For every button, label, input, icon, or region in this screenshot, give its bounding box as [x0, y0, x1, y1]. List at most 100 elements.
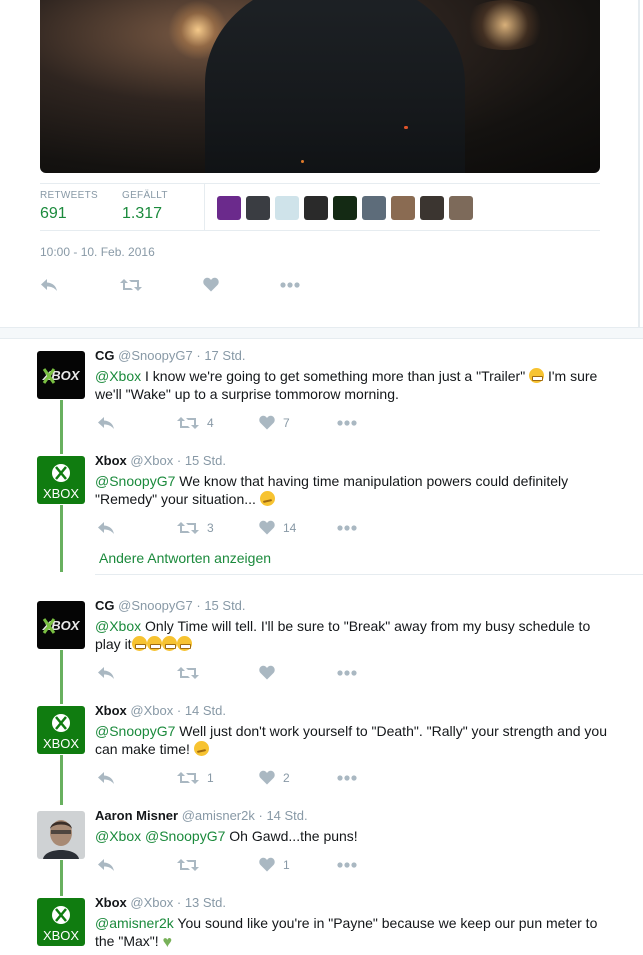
likes-stat[interactable]: GEFÄLLT 1.317 [122, 190, 168, 223]
more-icon[interactable] [337, 420, 357, 426]
like-icon[interactable] [259, 857, 275, 872]
mention-link[interactable]: @Xbox [95, 618, 141, 634]
xbox-logo-text: XBOX [43, 736, 79, 751]
grimace-emoji-icon [146, 636, 162, 651]
mention-link[interactable]: @Xbox [95, 368, 141, 384]
tweet-header: Xbox @Xbox · 14 Std. [95, 703, 226, 718]
retweets-label: RETWEETS [40, 190, 98, 201]
tweet-time[interactable]: · 14 Std. [177, 703, 226, 718]
tweet-time[interactable]: · 13 Std. [177, 895, 226, 910]
smirk-emoji-icon [193, 741, 209, 756]
display-name[interactable]: Xbox [95, 453, 127, 468]
thread-connector [60, 505, 63, 572]
reply-icon[interactable] [97, 858, 115, 872]
display-name[interactable]: Aaron Misner [95, 808, 178, 823]
reply-icon[interactable] [40, 278, 58, 292]
avatar-landscape[interactable] [362, 196, 386, 220]
tweet-header: Aaron Misner @amisner2k · 14 Std. [95, 808, 308, 823]
avatar-person-outdoor[interactable] [391, 196, 415, 220]
reply-icon[interactable] [97, 666, 115, 680]
mention-link[interactable]: @SnoopyG7 [95, 723, 175, 739]
avatar[interactable]: XBOX [37, 456, 85, 504]
tweet-timestamp: 10:00 - 10. Feb. 2016 [40, 245, 155, 259]
avatar-man[interactable] [449, 196, 473, 220]
retweet-icon[interactable] [177, 666, 199, 680]
display-name[interactable]: Xbox [95, 895, 127, 910]
tweet-header: CG @SnoopyG7 · 15 Std. [95, 598, 246, 613]
grimace-emoji-icon [161, 636, 177, 651]
tweet-time[interactable]: · 15 Std. [177, 453, 226, 468]
reply-icon[interactable] [97, 416, 115, 430]
display-name[interactable]: CG [95, 348, 115, 363]
like-count: 1 [283, 858, 290, 872]
tweet-time[interactable]: · 15 Std. [196, 598, 245, 613]
retweets-stat[interactable]: RETWEETS 691 [40, 190, 98, 223]
more-icon[interactable] [280, 282, 300, 288]
likes-count: 1.317 [122, 205, 163, 222]
green-heart-emoji-icon: ♥ [162, 934, 173, 951]
avatar[interactable] [37, 811, 85, 859]
tweet-text: @Xbox @SnoopyG7 Oh Gawd...the puns! [95, 827, 610, 845]
column-border [638, 0, 640, 330]
smirk-emoji-icon [259, 491, 275, 506]
user-handle[interactable]: @Xbox [130, 703, 173, 718]
tweet-actions: 1 2 [95, 769, 395, 787]
retweet-count: 1 [207, 771, 214, 785]
likes-label: GEFÄLLT [122, 190, 168, 201]
display-name[interactable]: CG [95, 598, 115, 613]
tweet-media-image[interactable] [40, 0, 600, 173]
more-icon[interactable] [337, 862, 357, 868]
avatar-text[interactable] [304, 196, 328, 220]
mention-link[interactable]: @SnoopyG7 [95, 473, 175, 489]
avatar-dark-car[interactable] [246, 196, 270, 220]
tweet-header: Xbox @Xbox · 13 Std. [95, 895, 226, 910]
tweet-header: Xbox @Xbox · 15 Std. [95, 453, 226, 468]
xbox-logo-text: XBOX [43, 486, 79, 501]
avatar-purple[interactable] [217, 196, 241, 220]
stats-divider [204, 184, 205, 230]
retweet-icon[interactable] [177, 858, 199, 872]
tweet-actions [95, 664, 395, 682]
like-icon[interactable] [259, 770, 275, 785]
avatar-green-dark[interactable] [333, 196, 357, 220]
user-handle[interactable]: @amisner2k [182, 808, 255, 823]
more-icon[interactable] [337, 775, 357, 781]
display-name[interactable]: Xbox [95, 703, 127, 718]
like-icon[interactable] [259, 665, 275, 680]
tweet-text: @Xbox Only Time will tell. I'll be sure … [95, 617, 610, 653]
ember [301, 160, 304, 163]
avatar[interactable]: XBOX [37, 601, 85, 649]
mention-link[interactable]: @Xbox @SnoopyG7 [95, 828, 225, 844]
user-handle[interactable]: @SnoopyG7 [118, 598, 193, 613]
avatar-blue-logo[interactable] [275, 196, 299, 220]
tweet-text: @amisner2k You sound like you're in "Pay… [95, 914, 610, 952]
avatar[interactable]: XBOX [37, 898, 85, 946]
thread-connector [60, 860, 63, 896]
retweet-icon[interactable] [177, 416, 199, 430]
avatar-group[interactable] [420, 196, 444, 220]
more-icon[interactable] [337, 525, 357, 531]
tweet-text: @SnoopyG7 Well just don't work yourself … [95, 722, 610, 758]
mention-link[interactable]: @amisner2k [95, 915, 174, 931]
retweet-icon[interactable] [177, 771, 199, 785]
like-icon[interactable] [259, 520, 275, 535]
user-handle[interactable]: @Xbox [130, 453, 173, 468]
grimace-emoji-icon [529, 368, 545, 383]
user-handle[interactable]: @Xbox [130, 895, 173, 910]
like-icon[interactable] [203, 277, 219, 292]
tweet-time[interactable]: · 14 Std. [259, 808, 308, 823]
avatar[interactable]: XBOX [37, 351, 85, 399]
retweet-icon[interactable] [177, 521, 199, 535]
retweet-icon[interactable] [120, 278, 142, 292]
avatar[interactable]: XBOX [37, 706, 85, 754]
tweet-text: @SnoopyG7 We know that having time manip… [95, 472, 610, 508]
show-more-replies-link[interactable]: Andere Antworten anzeigen [99, 550, 271, 566]
reply-icon[interactable] [97, 521, 115, 535]
like-icon[interactable] [259, 415, 275, 430]
more-icon[interactable] [337, 670, 357, 676]
tweet-actions: 4 7 [95, 414, 395, 432]
like-count: 14 [283, 521, 297, 535]
user-handle[interactable]: @SnoopyG7 [118, 348, 193, 363]
tweet-time[interactable]: · 17 Std. [196, 348, 245, 363]
reply-icon[interactable] [97, 771, 115, 785]
